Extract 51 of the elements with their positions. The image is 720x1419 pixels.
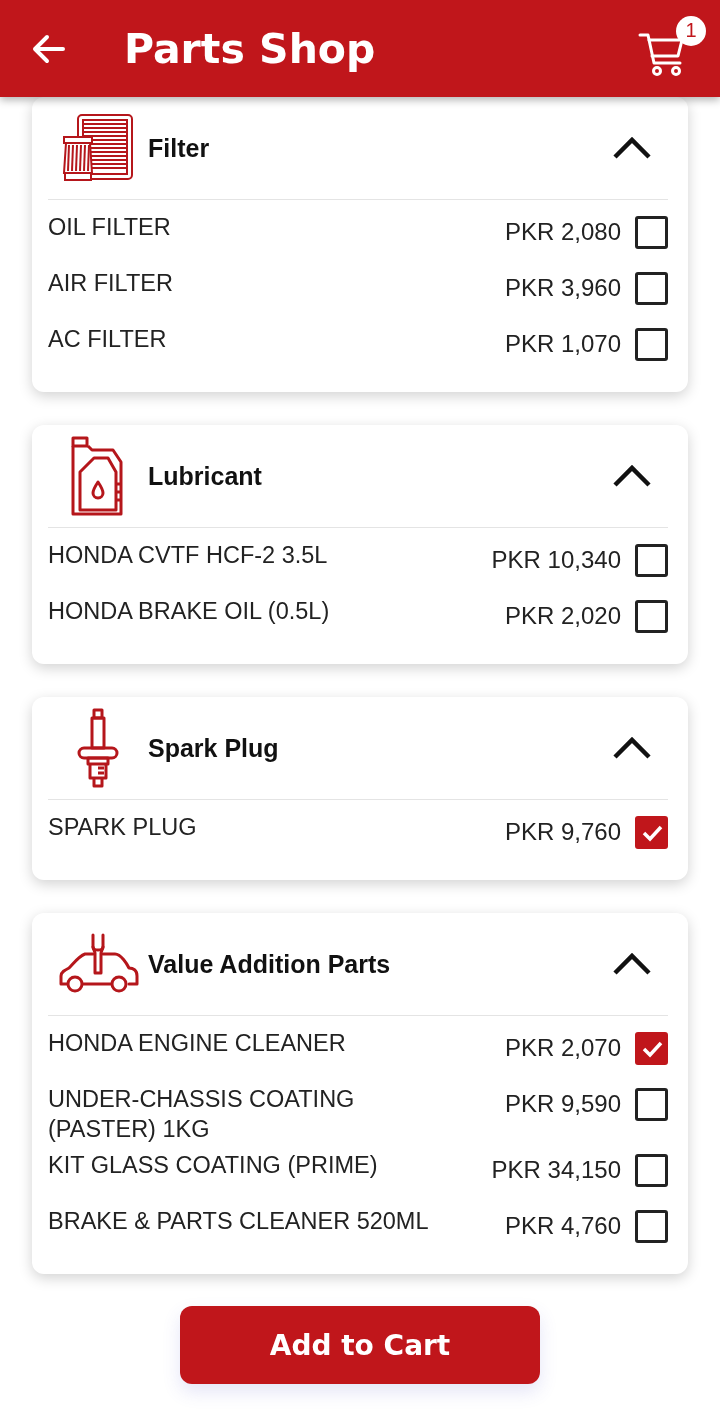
back-arrow-icon: [30, 32, 66, 65]
chevron-up-icon: [612, 136, 652, 160]
part-name: AIR FILTER: [48, 269, 174, 298]
part-price: PKR 4,760: [504, 1211, 621, 1241]
back-button[interactable]: [30, 32, 66, 65]
category-title: Lubricant: [148, 461, 263, 491]
part-price: PKR 3,960: [504, 273, 621, 303]
chevron-up-icon: [612, 464, 652, 488]
part-price: PKR 2,070: [504, 1033, 621, 1063]
chevron-up-icon: [612, 952, 652, 976]
air-filter-icon: [62, 113, 134, 183]
part-name: BRAKE & PARTS CLEANER 520ML: [48, 1207, 430, 1236]
collapse-button[interactable]: [612, 464, 652, 488]
part-checkbox[interactable]: [635, 328, 668, 361]
part-name: HONDA ENGINE CLEANER: [48, 1029, 347, 1058]
part-price: PKR 9,590: [504, 1089, 621, 1119]
collapse-button[interactable]: [612, 736, 652, 760]
collapse-button[interactable]: [612, 952, 652, 976]
part-name: UNDER-CHASSIS COATING (PASTER) 1KG: [48, 1085, 356, 1144]
part-name: OIL FILTER: [48, 213, 172, 242]
part-price: PKR 34,150: [491, 1155, 621, 1185]
cart-count-badge: 1: [676, 15, 706, 46]
oil-canister-icon: [70, 436, 126, 516]
part-price: PKR 1,070: [504, 329, 621, 359]
chevron-up-icon: [612, 736, 652, 760]
part-checkbox[interactable]: [635, 216, 668, 249]
part-checkbox[interactable]: [635, 816, 668, 849]
part-name: KIT GLASS COATING (PRIME): [48, 1151, 379, 1180]
part-price: PKR 10,340: [491, 545, 621, 575]
part-name: HONDA CVTF HCF-2 3.5L: [48, 541, 329, 570]
category-title: Filter: [148, 133, 211, 163]
add-to-cart-button[interactable]: Add to Cart: [180, 1306, 540, 1384]
part-price: PKR 2,020: [504, 601, 621, 631]
part-checkbox[interactable]: [635, 272, 668, 305]
part-checkbox[interactable]: [635, 1088, 668, 1121]
part-price: PKR 2,080: [504, 217, 621, 247]
part-name: SPARK PLUG: [48, 813, 198, 842]
part-name: HONDA BRAKE OIL (0.5L): [48, 597, 331, 626]
part-name: AC FILTER: [48, 325, 168, 354]
part-checkbox[interactable]: [635, 1210, 668, 1243]
part-checkbox[interactable]: [635, 600, 668, 633]
collapse-button[interactable]: [612, 136, 652, 160]
category-title: Spark Plug: [148, 733, 280, 763]
cart-button[interactable]: 1: [638, 15, 706, 78]
part-checkbox[interactable]: [635, 544, 668, 577]
part-price: PKR 9,760: [504, 817, 621, 847]
part-checkbox[interactable]: [635, 1154, 668, 1187]
spark-plug-icon: [76, 708, 120, 788]
part-checkbox[interactable]: [635, 1032, 668, 1065]
page-title: Parts Shop: [124, 24, 377, 73]
category-title: Value Addition Parts: [148, 949, 392, 979]
